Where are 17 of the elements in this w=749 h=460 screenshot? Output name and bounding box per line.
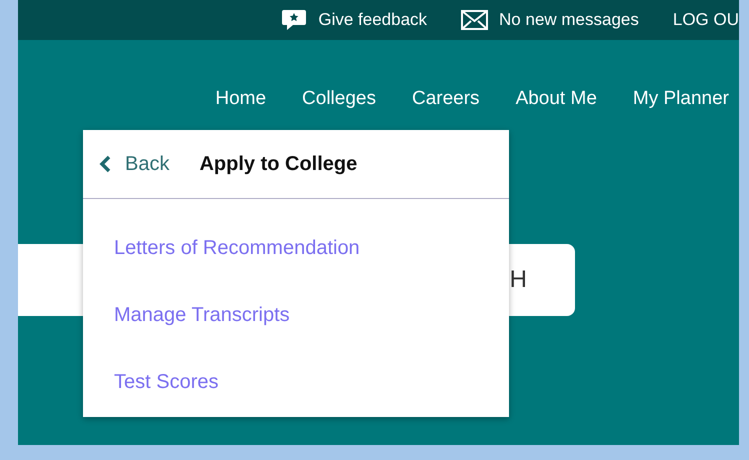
nav-link[interactable]: Careers	[412, 88, 480, 110]
search-label: H	[510, 266, 527, 294]
menu-item[interactable]: Manage Transcripts	[114, 304, 509, 326]
nav-link[interactable]: Home	[215, 88, 266, 110]
menu-item[interactable]: Letters of Recommendation	[114, 237, 509, 259]
menu-item[interactable]: Test Scores	[114, 371, 509, 393]
speech-bubble-icon	[281, 9, 308, 31]
menu-title: Apply to College	[199, 152, 358, 176]
chevron-left-icon	[99, 155, 111, 173]
nav-link[interactable]: About Me	[516, 88, 597, 110]
feedback-link[interactable]: Give feedback	[281, 9, 428, 31]
logout-link[interactable]: LOG OU	[672, 10, 739, 30]
messages-link[interactable]: No new messages	[461, 10, 639, 30]
back-button[interactable]: Back	[99, 152, 170, 176]
envelope-icon	[461, 10, 488, 30]
nav-link[interactable]: Colleges	[302, 88, 376, 110]
nav-link[interactable]: My Planner	[632, 88, 729, 110]
